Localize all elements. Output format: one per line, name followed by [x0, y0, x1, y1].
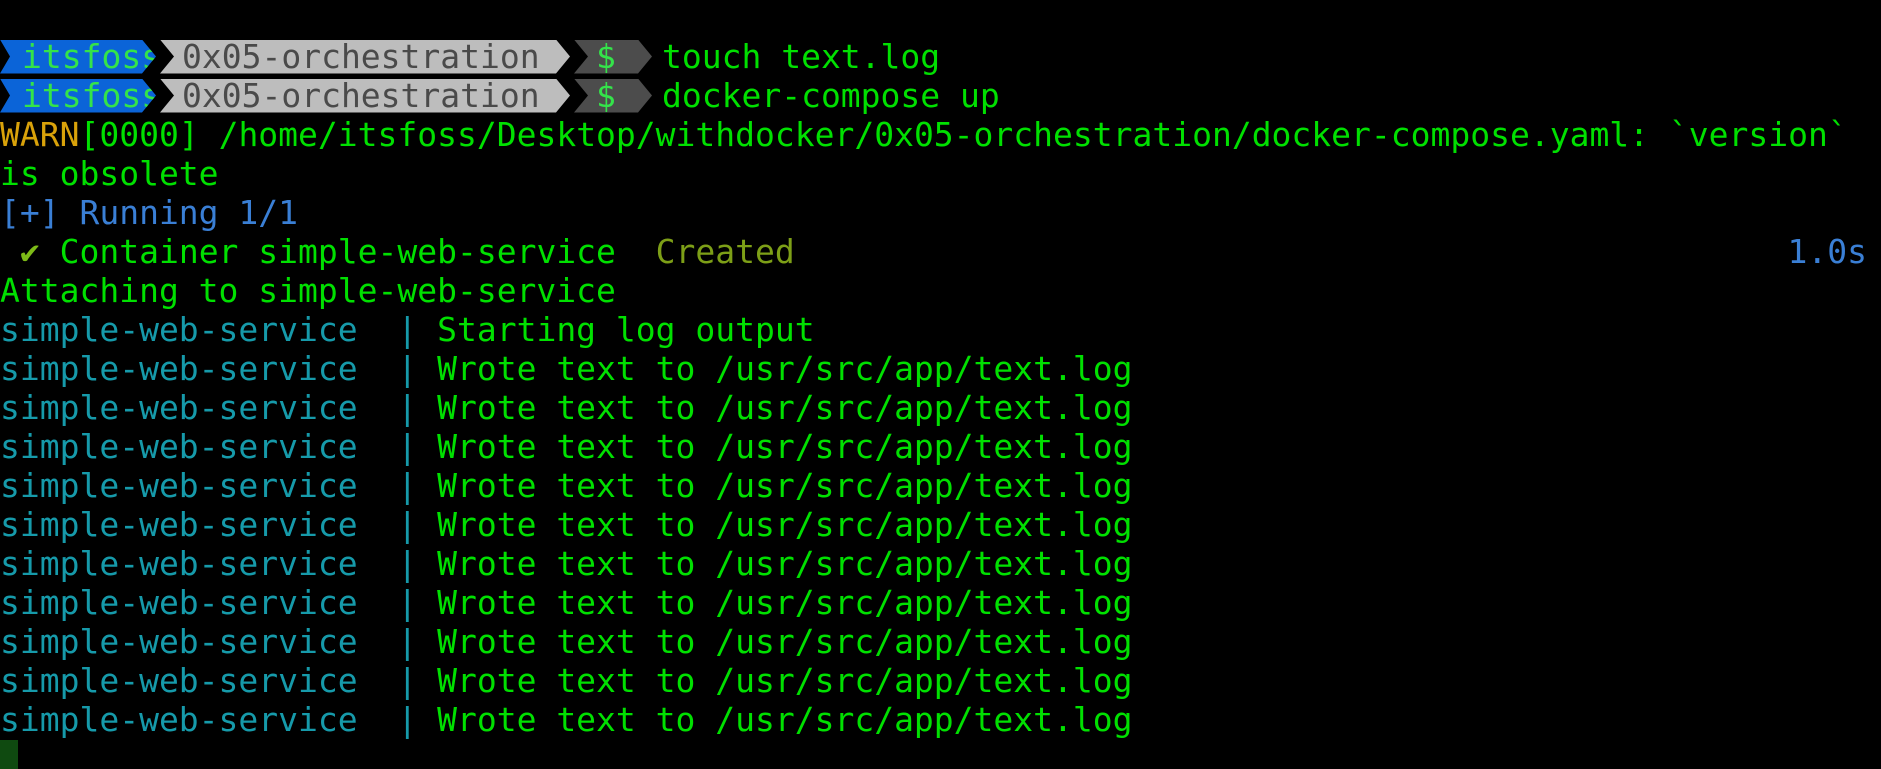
warning-continuation-line: is obsolete [0, 154, 1881, 193]
log-text: Wrote text to /usr/src/app/text.log [437, 466, 1133, 505]
prompt-line-1: itsfoss 0x05-orchestration $ touch text.… [0, 37, 1881, 76]
log-lines: simple-web-service | Starting log output… [0, 310, 1881, 739]
log-service: simple-web-service [0, 505, 358, 544]
log-line: simple-web-service | Wrote text to /usr/… [0, 427, 1881, 466]
log-text: Wrote text to /usr/src/app/text.log [437, 700, 1133, 739]
log-text: Wrote text to /usr/src/app/text.log [437, 427, 1133, 466]
log-separator: | [357, 661, 438, 700]
attaching-line: Attaching to simple-web-service [0, 271, 1881, 310]
warning-line: WARN[0000] /home/itsfoss/Desktop/withdoc… [0, 115, 1881, 154]
log-separator: | [357, 505, 438, 544]
warn-code: [0000] [79, 115, 199, 154]
log-line: simple-web-service | Wrote text to /usr/… [0, 622, 1881, 661]
warn-label: WARN [0, 115, 80, 154]
log-separator: | [357, 388, 438, 427]
command-text: touch text.log [662, 37, 941, 76]
log-line: simple-web-service | Wrote text to /usr/… [0, 505, 1881, 544]
log-text: Starting log output [437, 310, 815, 349]
log-line: simple-web-service | Wrote text to /usr/… [0, 466, 1881, 505]
prompt-directory-segment: 0x05-orchestration [160, 79, 570, 113]
log-separator: | [357, 583, 438, 622]
log-service: simple-web-service [0, 700, 358, 739]
prompt-user-segment: itsfoss [0, 40, 156, 74]
log-service: simple-web-service [0, 388, 358, 427]
attaching-text: Attaching to simple-web-service [0, 271, 616, 310]
terminal-output[interactable]: itsfoss 0x05-orchestration $ touch text.… [0, 37, 1881, 739]
log-separator: | [357, 544, 438, 583]
log-separator: | [357, 310, 438, 349]
log-line: simple-web-service | Starting log output [0, 310, 1881, 349]
log-service: simple-web-service [0, 661, 358, 700]
log-text: Wrote text to /usr/src/app/text.log [437, 622, 1133, 661]
log-separator: | [357, 466, 438, 505]
log-separator: | [357, 700, 438, 739]
log-separator: | [357, 622, 438, 661]
warn-continuation: is obsolete [0, 154, 219, 193]
container-label: Container simple-web-service [39, 232, 656, 271]
log-separator: | [357, 349, 438, 388]
log-service: simple-web-service [0, 466, 358, 505]
check-icon: ✔ [0, 232, 40, 271]
prompt-user-segment: itsfoss [0, 79, 156, 113]
log-service: simple-web-service [0, 310, 358, 349]
container-status-line: ✔ Container simple-web-service Created 1.… [0, 232, 1881, 271]
log-line: simple-web-service | Wrote text to /usr/… [0, 661, 1881, 700]
log-service: simple-web-service [0, 427, 358, 466]
log-service: simple-web-service [0, 622, 358, 661]
log-service: simple-web-service [0, 349, 358, 388]
log-separator: | [357, 427, 438, 466]
log-line: simple-web-service | Wrote text to /usr/… [0, 544, 1881, 583]
log-text: Wrote text to /usr/src/app/text.log [437, 661, 1133, 700]
running-status-line: [+] Running 1/1 [0, 193, 1881, 232]
log-line: simple-web-service | Wrote text to /usr/… [0, 349, 1881, 388]
log-text: Wrote text to /usr/src/app/text.log [437, 388, 1133, 427]
container-status: Created [655, 232, 795, 271]
log-service: simple-web-service [0, 544, 358, 583]
log-text: Wrote text to /usr/src/app/text.log [437, 505, 1133, 544]
log-text: Wrote text to /usr/src/app/text.log [437, 544, 1133, 583]
running-status: [+] Running 1/1 [0, 193, 299, 232]
command-text: docker-compose up [662, 76, 1000, 115]
log-service: simple-web-service [0, 583, 358, 622]
log-line: simple-web-service | Wrote text to /usr/… [0, 388, 1881, 427]
container-duration: 1.0s [1787, 232, 1867, 271]
prompt-directory-segment: 0x05-orchestration [160, 40, 570, 74]
warn-message: /home/itsfoss/Desktop/withdocker/0x05-or… [198, 115, 1848, 154]
terminal-cursor [0, 740, 18, 769]
prompt-symbol-segment: $ [574, 40, 652, 74]
prompt-line-2: itsfoss 0x05-orchestration $ docker-comp… [0, 76, 1881, 115]
log-line: simple-web-service | Wrote text to /usr/… [0, 700, 1881, 739]
log-text: Wrote text to /usr/src/app/text.log [437, 583, 1133, 622]
log-text: Wrote text to /usr/src/app/text.log [437, 349, 1133, 388]
prompt-symbol-segment: $ [574, 79, 652, 113]
log-line: simple-web-service | Wrote text to /usr/… [0, 583, 1881, 622]
